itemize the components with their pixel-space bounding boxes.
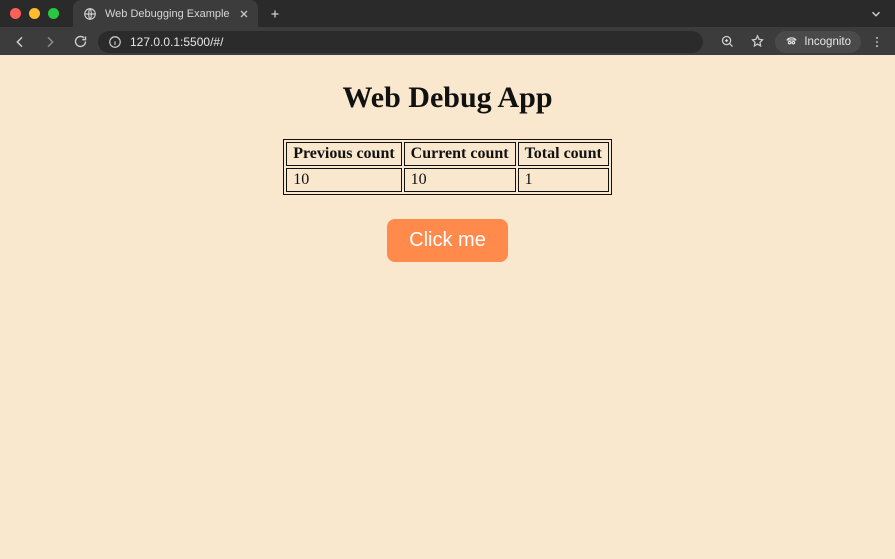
th-total: Total count xyxy=(518,142,609,166)
url-text: 127.0.0.1:5500/#/ xyxy=(130,35,693,49)
page-title: Web Debug App xyxy=(342,81,552,115)
menu-button[interactable] xyxy=(867,32,887,52)
titlebar: Web Debugging Example xyxy=(0,0,895,27)
toolbar-right: Incognito xyxy=(715,30,887,54)
tab-overflow-button[interactable] xyxy=(865,3,887,25)
zoom-button[interactable] xyxy=(715,30,739,54)
td-current: 10 xyxy=(404,168,516,192)
minimize-window-button[interactable] xyxy=(29,8,40,19)
window-controls xyxy=(10,8,59,19)
address-bar[interactable]: 127.0.0.1:5500/#/ xyxy=(98,31,703,53)
site-info-icon[interactable] xyxy=(108,35,122,49)
browser-tab[interactable]: Web Debugging Example xyxy=(73,0,258,27)
toolbar: 127.0.0.1:5500/#/ xyxy=(0,27,895,55)
tab-title: Web Debugging Example xyxy=(105,8,230,20)
td-previous: 10 xyxy=(286,168,401,192)
viewport[interactable]: Web Debug App Previous count Current cou… xyxy=(0,55,895,559)
close-window-button[interactable] xyxy=(10,8,21,19)
th-previous: Previous count xyxy=(286,142,401,166)
page: Web Debug App Previous count Current cou… xyxy=(0,55,895,342)
close-tab-button[interactable] xyxy=(238,8,250,20)
counts-table: Previous count Current count Total count… xyxy=(283,139,612,195)
content-area: Web Debug App Previous count Current cou… xyxy=(0,55,895,559)
reload-button[interactable] xyxy=(68,30,92,54)
browser-window: Web Debugging Example xyxy=(0,0,895,559)
th-current: Current count xyxy=(404,142,516,166)
fullscreen-window-button[interactable] xyxy=(48,8,59,19)
incognito-label: Incognito xyxy=(804,36,851,48)
back-button[interactable] xyxy=(8,30,32,54)
table-row: 10 10 1 xyxy=(286,168,609,192)
click-me-button[interactable]: Click me xyxy=(387,219,508,262)
bookmark-button[interactable] xyxy=(745,30,769,54)
new-tab-button[interactable] xyxy=(264,3,286,25)
table-header-row: Previous count Current count Total count xyxy=(286,142,609,166)
globe-icon xyxy=(83,7,97,21)
td-total: 1 xyxy=(518,168,609,192)
incognito-indicator[interactable]: Incognito xyxy=(775,31,861,53)
forward-button[interactable] xyxy=(38,30,62,54)
incognito-icon xyxy=(785,34,798,50)
